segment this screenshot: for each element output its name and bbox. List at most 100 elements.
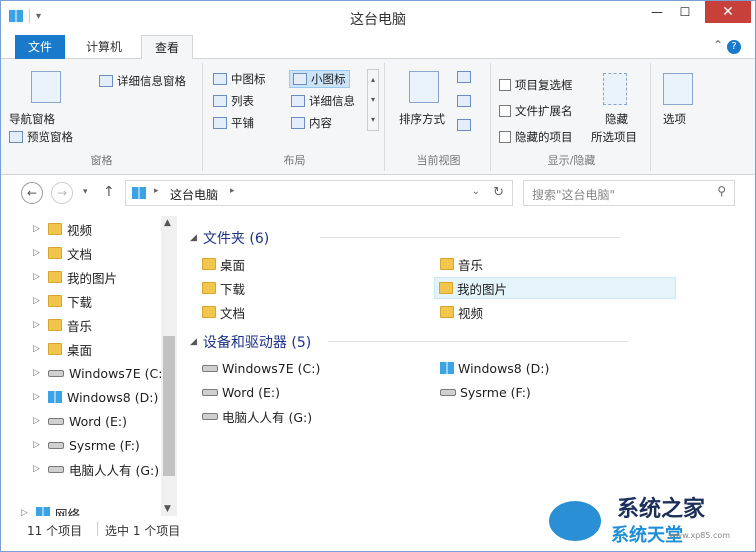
item-checkboxes-toggle[interactable]: 项目复选框 xyxy=(499,77,573,93)
list-option[interactable]: 列表 xyxy=(213,93,254,109)
watermark-url: www.xp85.com xyxy=(669,531,731,540)
columns-icon xyxy=(457,95,471,107)
expand-icon[interactable]: ▷ xyxy=(33,248,43,258)
pane-group: 导航窗格 预览窗格 详细信息窗格 窗格 xyxy=(1,63,203,171)
folders-group-header[interactable]: ◢ 文件夹 (6) xyxy=(190,228,620,248)
expand-icon[interactable]: ▷ xyxy=(33,296,43,306)
hidden-items-toggle[interactable]: 隐藏的项目 xyxy=(499,129,573,145)
watermark-title: 系统之家 xyxy=(617,496,706,522)
network-icon xyxy=(36,507,50,516)
hide-button-label[interactable]: 隐藏 xyxy=(605,111,628,127)
sidebar-item-network[interactable]: ▷ 网络 xyxy=(21,502,80,516)
sort-by-button[interactable]: 排序方式 xyxy=(399,111,445,127)
sidebar-item-videos[interactable]: ▷ 视频 xyxy=(33,218,92,240)
preview-pane-button[interactable]: 预览窗格 xyxy=(9,129,73,145)
expand-icon[interactable]: ▷ xyxy=(33,416,43,426)
selected-items-label[interactable]: 所选项目 xyxy=(591,129,637,145)
expand-icon[interactable]: ▷ xyxy=(33,392,43,402)
collapse-icon[interactable]: ◢ xyxy=(190,233,197,243)
search-icon[interactable]: ⚲ xyxy=(717,184,726,198)
medium-icons-option[interactable]: 中图标 xyxy=(213,71,266,87)
expand-icon[interactable]: ▷ xyxy=(33,368,43,378)
folder-documents[interactable]: 文档 xyxy=(198,302,249,322)
scrollbar-thumb[interactable] xyxy=(163,336,175,476)
minimize-button[interactable]: — xyxy=(643,1,671,23)
collapse-icon[interactable]: ◢ xyxy=(190,337,197,347)
expand-icon[interactable]: ▷ xyxy=(33,272,43,282)
sidebar-item-desktop[interactable]: ▷ 桌面 xyxy=(33,338,92,360)
sidebar-item-drive-g[interactable]: ▷ 电脑人人有 (G:) xyxy=(33,458,159,480)
chevron-up-icon[interactable]: ⌃ xyxy=(713,38,723,52)
expand-icon[interactable]: ▷ xyxy=(21,508,31,516)
add-columns-button[interactable] xyxy=(457,95,471,107)
sidebar-item-documents[interactable]: ▷ 文档 xyxy=(33,242,92,264)
current-view-group-label: 当前视图 xyxy=(416,154,461,167)
chevron-down-icon[interactable]: ⌄ xyxy=(472,186,480,197)
chevron-right-icon[interactable]: ▸ xyxy=(230,186,235,196)
drive-icon xyxy=(202,412,218,420)
tiles-option[interactable]: 平铺 xyxy=(213,115,254,131)
options-icon xyxy=(663,73,693,105)
sidebar-scrollbar[interactable]: ▲ ▼ xyxy=(161,216,177,516)
drive-icon xyxy=(202,388,218,396)
expand-icon[interactable]: ▷ xyxy=(33,440,43,450)
sidebar-item-downloads[interactable]: ▷ 下载 xyxy=(33,290,92,312)
scroll-down-icon[interactable]: ▼ xyxy=(164,504,171,514)
ribbon-panel: 导航窗格 预览窗格 详细信息窗格 窗格 中图标 小图标 列表 详细信息 平铺 内… xyxy=(1,59,755,175)
expand-icon[interactable]: ▷ xyxy=(33,224,43,234)
folder-videos[interactable]: 视频 xyxy=(436,302,487,322)
up-icon[interactable]: ↑ xyxy=(103,184,115,200)
close-button[interactable]: ✕ xyxy=(705,1,751,23)
navigation-pane-button[interactable]: 导航窗格 xyxy=(9,111,55,127)
small-icons-option[interactable]: 小图标 xyxy=(289,70,350,88)
content-option[interactable]: 内容 xyxy=(291,115,332,131)
back-button[interactable]: ← xyxy=(21,182,43,204)
sidebar-item-pictures[interactable]: ▷ 我的图片 xyxy=(33,266,117,288)
sidebar-item-drive-e[interactable]: ▷ Word (E:) xyxy=(33,410,127,432)
folder-pictures[interactable]: 我的图片 xyxy=(434,277,676,299)
drive-f[interactable]: Sysrme (F:) xyxy=(436,382,535,402)
options-button[interactable]: 选项 xyxy=(663,111,686,127)
file-extensions-toggle[interactable]: 文件扩展名 xyxy=(499,103,573,119)
tab-file[interactable]: 文件 xyxy=(15,35,66,59)
sidebar-item-drive-f[interactable]: ▷ Sysrme (F:) xyxy=(33,434,140,456)
sidebar-item-drive-d[interactable]: ▷ Windows8 (D:) xyxy=(33,386,158,408)
folder-music[interactable]: 音乐 xyxy=(436,254,487,274)
selected-count: 选中 1 个项目 xyxy=(105,524,181,538)
drive-g[interactable]: 电脑人人有 (G:) xyxy=(198,406,316,426)
sidebar-item-drive-c[interactable]: ▷ Windows7E (C:) xyxy=(33,362,167,384)
drive-d[interactable]: Windows8 (D:) xyxy=(436,358,553,378)
recent-locations-icon[interactable]: ▾ xyxy=(83,187,88,197)
chevron-right-icon[interactable]: ▸ xyxy=(154,186,159,196)
expand-icon[interactable]: ▷ xyxy=(33,344,43,354)
tab-view[interactable]: 查看 xyxy=(141,35,194,60)
drives-group-header[interactable]: ◢ 设备和驱动器 (5) xyxy=(190,332,628,352)
breadcrumb[interactable]: 这台电脑 xyxy=(170,186,218,203)
window-title: 这台电脑 xyxy=(350,12,406,28)
title-bar: ▾ 这台电脑 — ☐ ✕ xyxy=(1,1,755,35)
search-input[interactable]: 搜索"这台电脑" xyxy=(532,186,615,203)
maximize-button[interactable]: ☐ xyxy=(671,1,699,23)
drive-c[interactable]: Windows7E (C:) xyxy=(198,358,324,378)
search-box[interactable]: 搜索"这台电脑" ⚲ xyxy=(523,180,735,206)
refresh-icon[interactable]: ↻ xyxy=(493,185,504,200)
size-columns-button[interactable] xyxy=(457,119,471,131)
layout-scroll[interactable]: ▴ ▾ ▾ xyxy=(367,69,379,131)
scroll-up-icon[interactable]: ▲ xyxy=(164,218,171,228)
tab-computer[interactable]: 计算机 xyxy=(73,35,135,59)
forward-button[interactable]: → xyxy=(51,182,73,204)
expand-icon[interactable]: ▷ xyxy=(33,320,43,330)
drive-e[interactable]: Word (E:) xyxy=(198,382,284,402)
address-bar[interactable]: ▸ 这台电脑 ▸ ⌄ ↻ xyxy=(125,180,513,206)
help-icon[interactable]: ? xyxy=(727,40,741,54)
group-by-button[interactable] xyxy=(457,71,471,83)
tiles-icon xyxy=(213,117,227,129)
folder-desktop[interactable]: 桌面 xyxy=(198,254,249,274)
expand-icon[interactable]: ▷ xyxy=(33,464,43,474)
details-pane-icon xyxy=(99,75,113,87)
details-option[interactable]: 详细信息 xyxy=(291,93,355,109)
sidebar-item-music[interactable]: ▷ 音乐 xyxy=(33,314,92,336)
details-pane-button[interactable]: 详细信息窗格 xyxy=(99,73,186,89)
checkbox xyxy=(499,79,511,91)
folder-downloads[interactable]: 下载 xyxy=(198,278,249,298)
